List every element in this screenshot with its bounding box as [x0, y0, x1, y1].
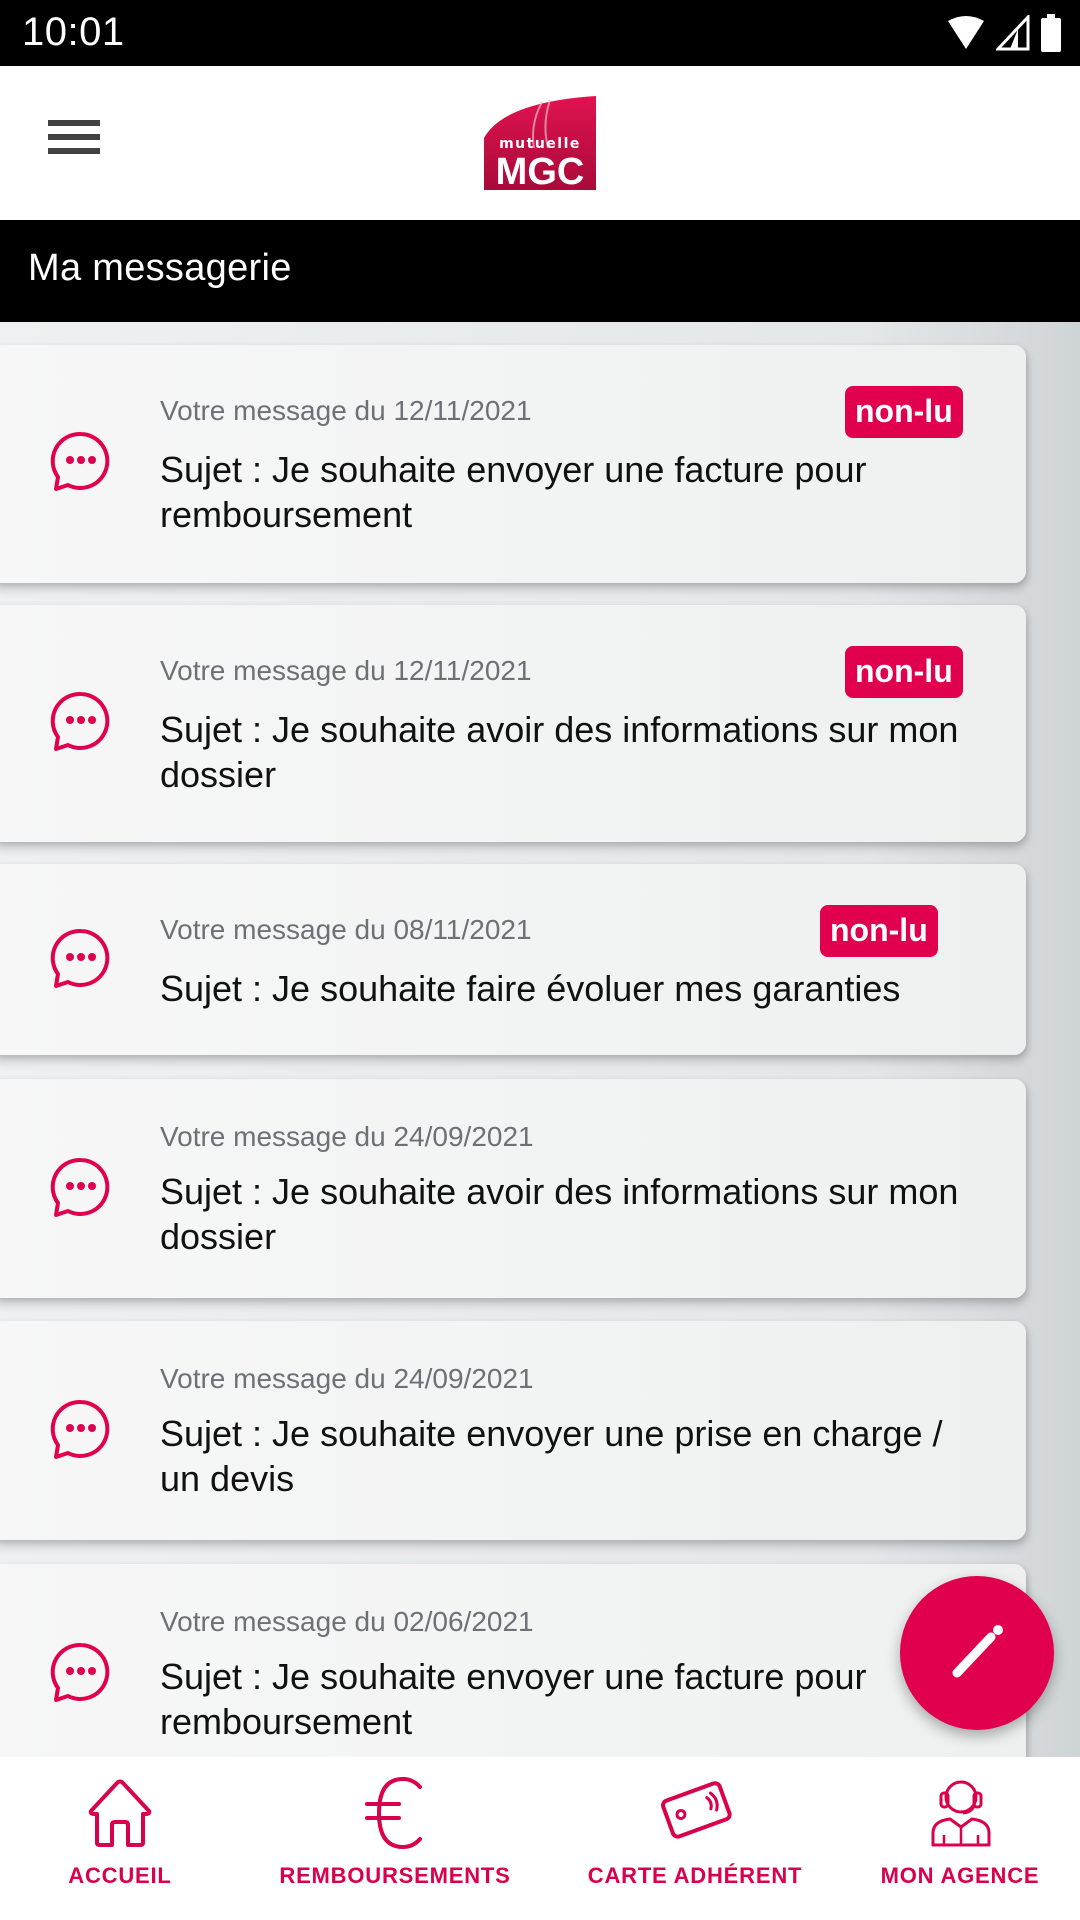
- unread-badge: non-lu: [845, 386, 963, 438]
- mgc-logo[interactable]: mutuelle MGC: [484, 96, 596, 190]
- wifi-icon: [948, 16, 984, 49]
- page-header: Ma messagerie: [0, 220, 1080, 322]
- chat-bubble-icon: [50, 1157, 110, 1217]
- agent-headset-icon: [931, 1780, 991, 1847]
- message-subject: Sujet : Je souhaite envoyer une prise en…: [160, 1413, 943, 1499]
- message-list[interactable]: Votre message du 12/11/2021 non-lu Sujet…: [0, 322, 1080, 1757]
- message-item[interactable]: Votre message du 08/11/2021 non-lu Sujet…: [0, 864, 1026, 1055]
- bottom-navigation: ACCUEIL REMBOURSEMENTS CARTE ADHÉRENT MO…: [0, 1757, 1080, 1920]
- chat-bubble-icon: [50, 691, 110, 751]
- logo-line1: mutuelle: [499, 136, 581, 152]
- card-icon: [661, 1781, 732, 1839]
- unread-badge: non-lu: [820, 905, 938, 957]
- nav-label: MON AGENCE: [880, 1863, 1040, 1888]
- message-date: Votre message du 24/09/2021: [160, 1121, 534, 1152]
- status-time: 10:01: [22, 10, 125, 54]
- message-subject: Sujet : Je souhaite faire évoluer mes ga…: [160, 968, 901, 1009]
- nav-item-carte-adherent[interactable]: CARTE ADHÉRENT: [570, 1757, 820, 1920]
- page-title: Ma messagerie: [28, 247, 292, 289]
- message-date: Votre message du 24/09/2021: [160, 1363, 534, 1394]
- chat-bubble-icon: [50, 928, 110, 988]
- logo-line2: MGC: [496, 151, 585, 190]
- chat-bubble-icon: [50, 1399, 110, 1459]
- message-subject: Sujet : Je souhaite avoir des informatio…: [160, 1171, 959, 1257]
- status-bar: 10:01: [0, 0, 1080, 66]
- home-icon: [88, 1779, 152, 1847]
- nav-item-mon-agence[interactable]: MON AGENCE: [870, 1757, 1050, 1920]
- pencil-icon: [952, 1625, 1003, 1678]
- message-item[interactable]: Votre message du 24/09/2021 Sujet : Je s…: [0, 1079, 1026, 1298]
- new-message-button[interactable]: [900, 1576, 1054, 1730]
- message-item[interactable]: Votre message du 02/06/2021 Sujet : Je s…: [0, 1564, 1026, 1757]
- message-date: Votre message du 12/11/2021: [160, 655, 532, 686]
- chat-bubble-icon: [50, 431, 110, 491]
- nav-label: REMBOURSEMENTS: [279, 1863, 511, 1888]
- nav-label: ACCUEIL: [68, 1863, 172, 1888]
- signal-icon: [996, 15, 1030, 51]
- message-subject: Sujet : Je souhaite envoyer une facture …: [160, 449, 867, 535]
- message-item[interactable]: Votre message du 12/11/2021 non-lu Sujet…: [0, 345, 1026, 583]
- nav-item-accueil[interactable]: ACCUEIL: [40, 1757, 200, 1920]
- message-item[interactable]: Votre message du 12/11/2021 non-lu Sujet…: [0, 605, 1026, 842]
- nav-label: CARTE ADHÉRENT: [587, 1863, 803, 1888]
- message-date: Votre message du 12/11/2021: [160, 395, 532, 426]
- euro-icon: [365, 1777, 422, 1849]
- message-subject: Sujet : Je souhaite envoyer une facture …: [160, 1656, 867, 1742]
- message-date: Votre message du 08/11/2021: [160, 914, 532, 945]
- message-subject: Sujet : Je souhaite avoir des informatio…: [160, 709, 959, 795]
- message-date: Votre message du 02/06/2021: [160, 1606, 534, 1637]
- message-item[interactable]: Votre message du 24/09/2021 Sujet : Je s…: [0, 1321, 1026, 1540]
- chat-bubble-icon: [50, 1642, 110, 1702]
- app-bar: mutuelle MGC: [0, 66, 1080, 220]
- nav-item-remboursements[interactable]: REMBOURSEMENTS: [265, 1757, 525, 1920]
- unread-badge: non-lu: [845, 646, 963, 698]
- hamburger-menu-icon[interactable]: [48, 120, 104, 160]
- battery-icon: [1041, 14, 1061, 52]
- status-icons: [946, 14, 1062, 52]
